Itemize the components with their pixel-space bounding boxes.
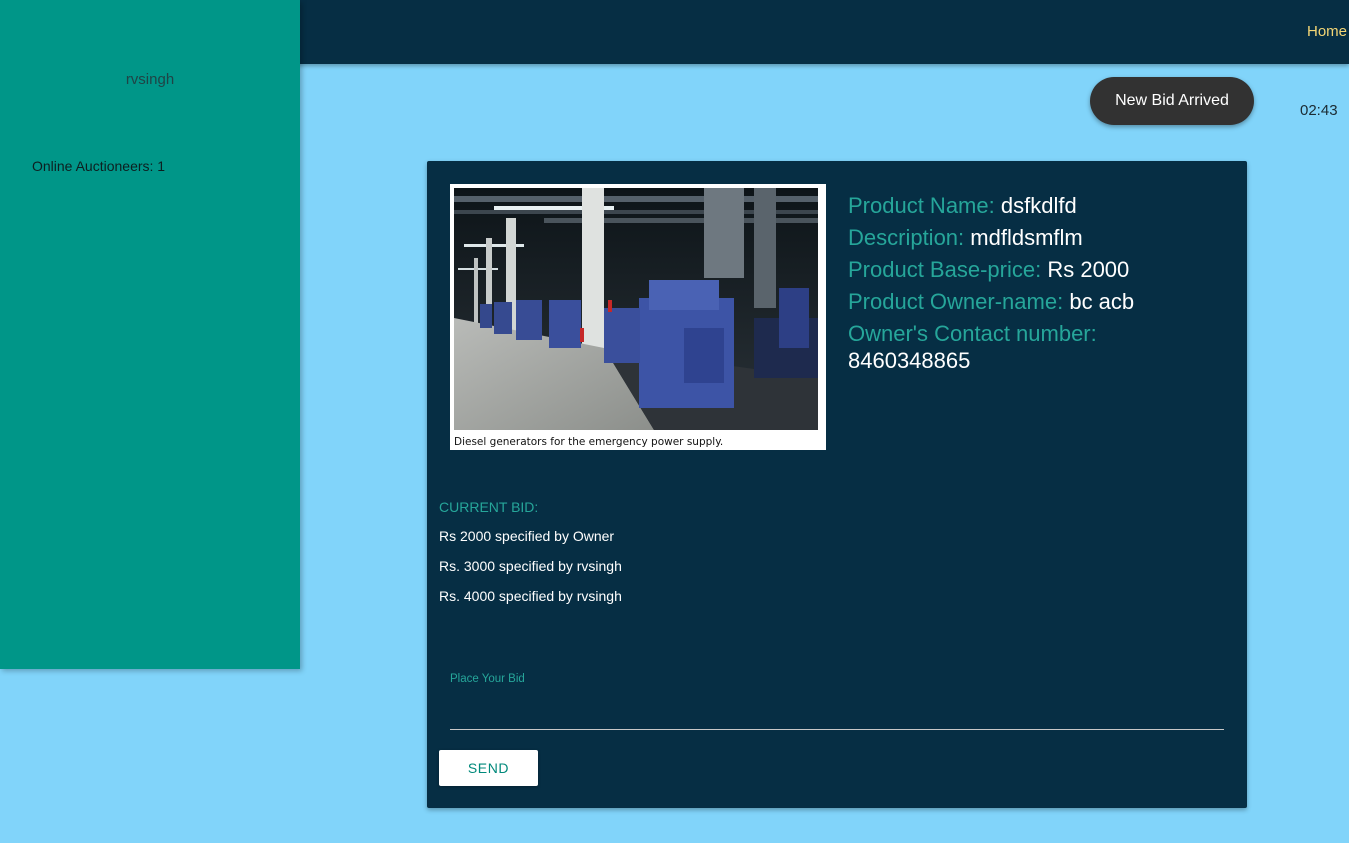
contact-label: Owner's Contact number:: [848, 321, 1097, 346]
current-bids: CURRENT BID: Rs 2000 specified by Owner …: [439, 499, 622, 618]
online-auctioneers-count: Online Auctioneers: 1: [32, 158, 166, 174]
product-image: Diesel generators for the emergency powe…: [450, 184, 826, 450]
send-button[interactable]: SEND: [439, 750, 538, 786]
owner-name-label: Product Owner-name:: [848, 289, 1064, 314]
base-price-value: Rs 2000: [1047, 257, 1130, 282]
place-bid-label: Place Your Bid: [450, 673, 525, 685]
description-label: Description:: [848, 225, 965, 250]
product-card: Diesel generators for the emergency powe…: [427, 161, 1247, 808]
bid-entry: Rs. 3000 specified by rvsingh: [439, 558, 622, 574]
countdown-clock: 02:43: [1300, 102, 1338, 119]
product-details: Product Name: dsfkdlfd Description: mdfl…: [848, 190, 1228, 372]
place-bid-input[interactable]: [450, 701, 1224, 730]
owner-name-value: bc acb: [1069, 289, 1135, 314]
generator-room-picture: [454, 188, 818, 430]
base-price-row: Product Base-price: Rs 2000: [848, 254, 1228, 286]
contact-value: 8460348865: [848, 348, 971, 373]
sidebar: rvsingh Online Auctioneers: 1: [0, 0, 300, 669]
owner-name-row: Product Owner-name: bc acb: [848, 286, 1228, 318]
contact-row: Owner's Contact number: 8460348865: [848, 318, 1228, 372]
bid-entry: Rs 2000 specified by Owner: [439, 528, 615, 544]
new-bid-toast: New Bid Arrived: [1090, 77, 1254, 125]
sidebar-username: rvsingh: [125, 71, 175, 88]
description-row: Description: mdfldsmflm: [848, 222, 1228, 254]
current-bid-heading: CURRENT BID:: [439, 499, 539, 515]
product-name-label: Product Name:: [848, 193, 995, 218]
base-price-label: Product Base-price:: [848, 257, 1042, 282]
description-value: mdfldsmflm: [970, 225, 1083, 250]
image-caption: Diesel generators for the emergency powe…: [454, 436, 724, 448]
home-link[interactable]: Home: [1307, 23, 1347, 40]
bid-entry: Rs. 4000 specified by rvsingh: [439, 588, 622, 604]
product-name-value: dsfkdlfd: [1000, 193, 1077, 218]
product-name-row: Product Name: dsfkdlfd: [848, 190, 1228, 222]
